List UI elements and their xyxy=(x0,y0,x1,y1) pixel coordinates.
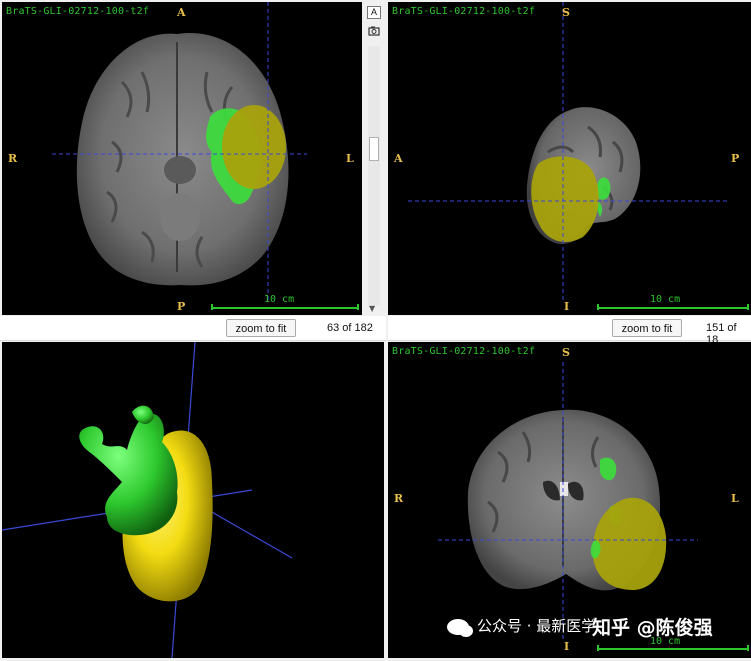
orientation-top: S xyxy=(562,6,570,19)
file-name-label: BraTS-GLI-02712-100-t2f xyxy=(392,346,536,357)
scale-label: 10 cm xyxy=(650,294,681,305)
axial-slice-image xyxy=(52,2,307,302)
a-button[interactable]: A xyxy=(367,6,381,19)
orientation-bottom: I xyxy=(564,640,570,653)
orientation-bottom: P xyxy=(177,300,186,313)
orientation-top: S xyxy=(562,346,570,359)
sagittal-status-bar: zoom to fit 151 of 18 xyxy=(388,316,751,346)
wechat-watermark: 公众号 · 最新医学 xyxy=(447,615,597,637)
scale-label: 10 cm xyxy=(264,294,295,305)
scroll-thumb[interactable] xyxy=(369,137,379,161)
vertical-scrollbar[interactable]: A ▲ ▼ xyxy=(364,2,384,315)
scale-bar xyxy=(597,645,749,651)
wechat-icon xyxy=(447,618,473,637)
sagittal-slice-image xyxy=(408,2,728,302)
axial-status-bar: zoom to fit 63 of 182 xyxy=(0,316,386,341)
orientation-left: R xyxy=(8,152,18,165)
scale-bar xyxy=(597,304,749,310)
render-3d-image xyxy=(2,342,293,658)
scroll-track[interactable] xyxy=(368,46,380,306)
zhihu-watermark: 知乎 @陈俊强 xyxy=(592,617,713,639)
orientation-top: A xyxy=(177,6,186,19)
orientation-bottom: I xyxy=(564,300,570,313)
axial-view[interactable]: BraTS-GLI-02712-100-t2f A P R L 10 cm xyxy=(2,2,362,315)
render-3d-view[interactable] xyxy=(2,342,384,658)
orientation-left: A xyxy=(394,152,403,165)
zoom-to-fit-button[interactable]: zoom to fit xyxy=(226,319,296,337)
coronal-slice-image xyxy=(438,362,698,642)
slice-counter: 63 of 182 xyxy=(327,322,373,334)
orientation-left: R xyxy=(394,492,404,505)
sagittal-view[interactable]: BraTS-GLI-02712-100-t2f S I A P 10 cm xyxy=(388,2,751,315)
coronal-view[interactable]: BraTS-GLI-02712-100-t2f S I R L 10 cm xyxy=(388,342,751,658)
scale-bar xyxy=(211,304,359,310)
file-name-label: BraTS-GLI-02712-100-t2f xyxy=(392,6,536,17)
camera-icon[interactable] xyxy=(367,24,381,37)
orientation-right: L xyxy=(346,152,354,165)
scroll-down-arrow[interactable]: ▼ xyxy=(369,304,375,313)
orientation-right: P xyxy=(731,152,740,165)
watermark-text: 公众号 · 最新医学 xyxy=(477,617,597,635)
orientation-right: L xyxy=(731,492,739,505)
zoom-to-fit-button[interactable]: zoom to fit xyxy=(612,319,682,337)
file-name-label: BraTS-GLI-02712-100-t2f xyxy=(6,6,150,17)
